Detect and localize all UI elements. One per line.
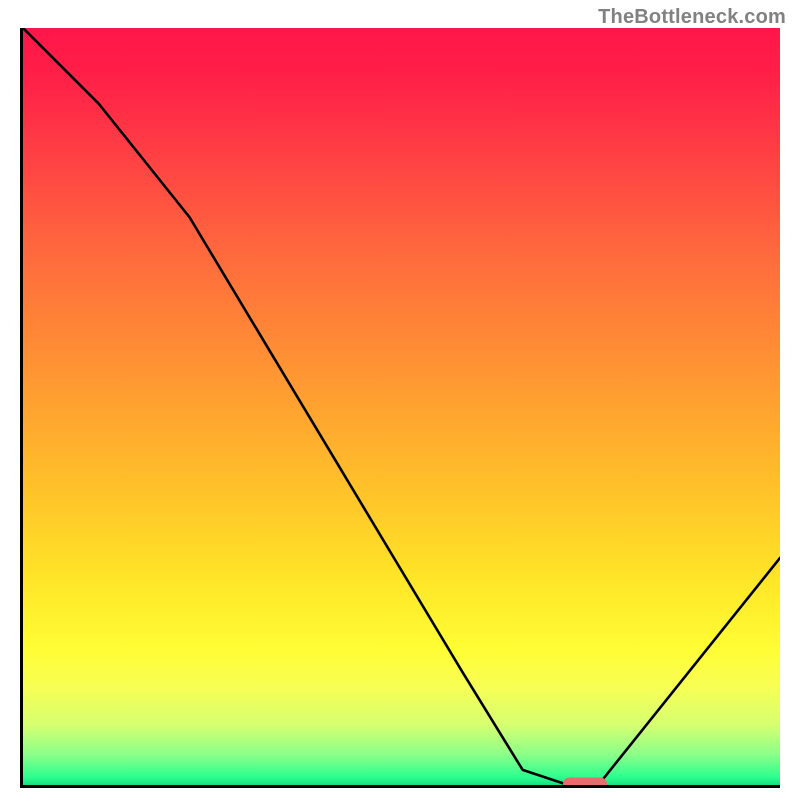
chart-plot-area <box>20 28 780 788</box>
attribution-label: TheBottleneck.com <box>598 6 786 29</box>
optimal-point-marker <box>563 778 607 788</box>
bottleneck-curve <box>23 28 780 785</box>
